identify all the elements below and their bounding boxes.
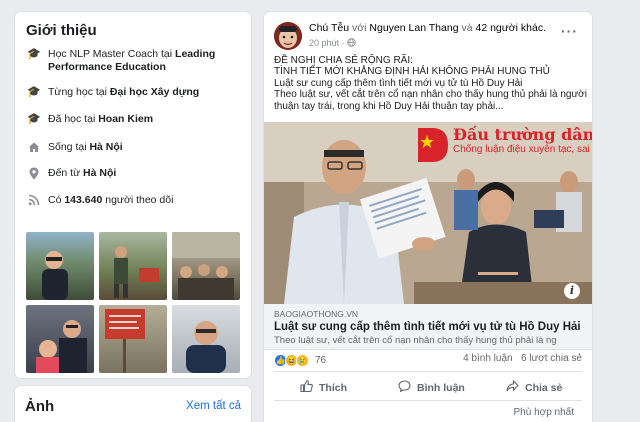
link-title[interactable]: Luật sư cung cấp thêm tình tiết mới vụ t… — [274, 321, 581, 333]
post-text-line: thuận tay trái, trong khi Hồ Duy Hải thu… — [274, 100, 504, 112]
tagged-user-link[interactable]: Nguyen Lan Thang — [369, 22, 458, 34]
comment-count-link[interactable]: 4 bình luận — [463, 353, 513, 364]
intro-title: Giới thiệu — [26, 22, 97, 39]
with-word: với — [352, 22, 367, 34]
divider — [274, 400, 582, 401]
feed-post: Chú Tễu với Nguyen Lan Thang và 42 người… — [264, 12, 592, 422]
watermark: Đấu trường dân chủ Chống luận điệu xuyên… — [416, 126, 592, 164]
post-text-line: ĐỀ NGHỊ CHIA SẺ RỘNG RÃI: — [274, 55, 413, 66]
graduation-cap-icon: 🎓 — [27, 86, 41, 98]
rss-icon — [26, 194, 42, 207]
comment-button[interactable]: Bình luận — [398, 380, 465, 395]
page-scroll-area — [602, 0, 612, 422]
share-arrow-icon — [506, 379, 519, 395]
intro-row-suffix: người theo dõi — [102, 194, 174, 206]
sad-reaction-icon: 😢 — [296, 353, 309, 367]
watermark-logo-icon — [418, 128, 448, 162]
post-timestamp[interactable]: 20 phút — [309, 38, 339, 48]
link-domain: BAOGIAOTHONG.VN — [274, 309, 359, 319]
post-stats: 4 bình luận 6 lượt chia sẻ — [463, 353, 582, 364]
see-all-photos-link[interactable]: Xem tất cả — [186, 400, 241, 412]
intro-row-prefix: Từng học tại — [48, 86, 110, 98]
thumbs-up-icon — [300, 380, 313, 395]
post-author-line: Chú Tễu với Nguyen Lan Thang và 42 người… — [309, 22, 546, 34]
link-description: Theo luật sư, vết cắt trên cổ nạn nhân c… — [274, 335, 557, 346]
photos-card: Ảnh Xem tất cả — [15, 386, 251, 422]
intro-row-education-1: 🎓 Học NLP Master Coach tại Leading Perfo… — [26, 48, 246, 74]
intro-row-from: Đến từ Hà Nội — [26, 167, 246, 180]
intro-row-education-3: 🎓 Đã học tại Hoan Kiem — [26, 113, 246, 126]
post-body: ĐỀ NGHỊ CHIA SẺ RỘNG RÃI: TÌNH TIẾT MỚI … — [274, 55, 590, 112]
share-count-link[interactable]: 6 lượt chia sẻ — [521, 353, 582, 364]
author-avatar[interactable] — [274, 22, 302, 50]
featured-photo[interactable] — [26, 232, 94, 300]
intro-row-link[interactable]: Hà Nội — [83, 167, 116, 179]
featured-photo[interactable] — [26, 305, 94, 373]
intro-row-prefix: Sống tại — [48, 141, 90, 153]
tagged-others-link[interactable]: 42 người khác. — [475, 22, 546, 34]
featured-photo[interactable] — [172, 305, 240, 373]
share-label: Chia sẻ — [525, 381, 563, 394]
intro-row-prefix: Đã học tại — [48, 113, 99, 125]
post-text-line: Theo luật sư, vết cắt trên cổ nạn nhân c… — [274, 89, 587, 101]
author-name-link[interactable]: Chú Tễu — [309, 22, 349, 34]
photos-card-title: Ảnh — [25, 398, 55, 415]
post-text-line: Luật sư cung cấp thêm tình tiết mới vụ t… — [274, 77, 523, 89]
intro-row-lives-in: Sống tại Hà Nội — [26, 141, 246, 154]
link-preview-box[interactable]: BAOGIAOTHONG.VN Luật sư cung cấp thêm tì… — [264, 304, 592, 350]
comment-label: Bình luận — [417, 381, 465, 394]
comment-bubble-icon — [398, 380, 411, 395]
follower-count: 143.640 — [64, 194, 103, 206]
watermark-title: Đấu trường dân chủ — [453, 125, 592, 144]
intro-card: Giới thiệu 🎓 Học NLP Master Coach tại Le… — [15, 12, 251, 378]
featured-photo[interactable] — [172, 232, 240, 300]
and-word: và — [461, 22, 473, 34]
like-label: Thích — [319, 381, 347, 394]
intro-row-link[interactable]: Hà Nội — [89, 141, 122, 153]
reaction-count: 76 — [315, 354, 327, 366]
intro-row-prefix: Đến từ — [48, 167, 84, 179]
graduation-cap-icon: 🎓 — [27, 48, 41, 60]
intro-row-prefix: Học NLP Master Coach tại — [48, 48, 176, 60]
featured-photo[interactable] — [99, 305, 167, 373]
comment-sort-dropdown[interactable]: Phù hợp nhất — [514, 407, 575, 418]
intro-row-followers: Có 143.640 người theo dõi — [26, 194, 246, 207]
reactions-summary[interactable]: 👍 😆 😢 76 — [274, 352, 326, 368]
link-preview-image[interactable]: Đấu trường dân chủ Chống luận điệu xuyên… — [264, 122, 592, 304]
featured-photo[interactable] — [99, 232, 167, 300]
intro-row-link[interactable]: Đại học Xây dựng — [110, 86, 199, 98]
post-meta: 20 phút · — [309, 38, 356, 48]
like-button[interactable]: Thích — [300, 380, 347, 395]
location-pin-icon — [26, 167, 42, 180]
graduation-cap-icon: 🎓 — [27, 113, 41, 125]
globe-icon — [347, 38, 356, 48]
intro-row-link[interactable]: Hoan Kiem — [98, 113, 153, 125]
intro-row-prefix: Có — [48, 194, 65, 206]
info-icon[interactable]: i — [564, 283, 580, 299]
share-button[interactable]: Chia sẻ — [506, 379, 563, 395]
home-icon — [26, 141, 42, 154]
divider — [274, 371, 582, 372]
watermark-subtitle: Chống luận điệu xuyên tạc, sai trái — [453, 144, 592, 155]
more-options-icon[interactable]: ··· — [561, 23, 578, 39]
intro-row-education-2: 🎓 Từng học tại Đại học Xây dựng — [26, 86, 246, 99]
post-text-line: TÌNH TIẾT MỚI KHẲNG ĐỊNH HẢI KHÔNG PHẢI … — [274, 66, 550, 78]
